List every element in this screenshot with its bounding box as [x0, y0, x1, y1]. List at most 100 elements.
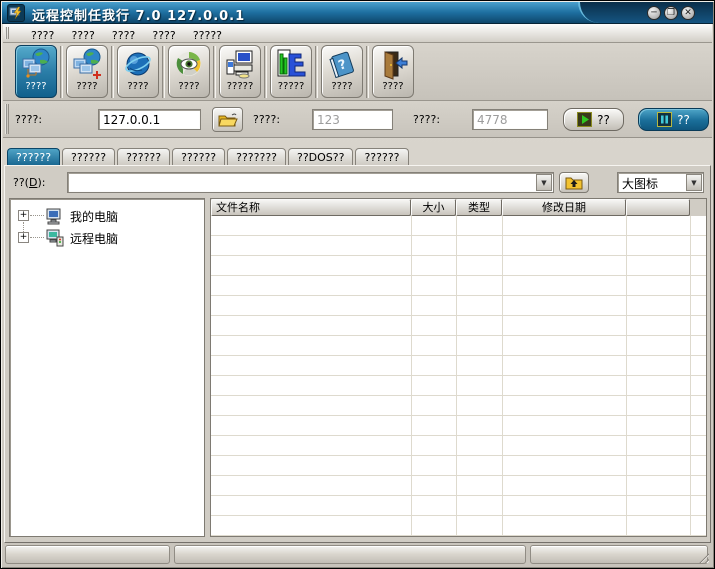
- remote-computer-icon: [46, 229, 64, 247]
- port2-label: ????:: [413, 113, 440, 126]
- expand-icon[interactable]: +: [18, 210, 29, 221]
- toolbar-system-info-button[interactable]: ?????: [219, 45, 261, 98]
- toolbar-separator: [162, 46, 165, 98]
- toolbar-button-label: ????: [331, 80, 352, 93]
- maximize-button[interactable]: ❐: [664, 6, 678, 20]
- tab-6-dos[interactable]: ??DOS??: [288, 148, 353, 166]
- internet-icon: [122, 48, 154, 80]
- pause-icon: [657, 112, 672, 127]
- close-button[interactable]: ✕: [681, 6, 695, 20]
- column-header-size[interactable]: 大小: [411, 199, 456, 216]
- menu-item-3[interactable]: ????: [106, 28, 141, 43]
- toolbar-button-label: ?????: [227, 80, 254, 93]
- app-logo-icon: [9, 6, 23, 20]
- file-list-header: 文件名称 大小 类型 修改日期: [211, 199, 706, 216]
- toolbar-separator: [366, 46, 369, 98]
- port2-input[interactable]: [472, 109, 548, 130]
- port1-input[interactable]: [312, 109, 393, 130]
- file-browser-panel: ??(D): ▼ 大图标 ▼ +: [4, 165, 711, 543]
- menu-item-5[interactable]: ?????: [187, 28, 228, 43]
- statistics-icon: [275, 48, 307, 80]
- computer-tree: + 我的电脑 +: [9, 198, 205, 537]
- titlebar[interactable]: 远程控制任我行 7.0 127.0.0.1 ─ ❐ ✕: [2, 2, 713, 24]
- add-connection-icon: [71, 48, 103, 80]
- toolbar-separator: [264, 46, 267, 98]
- toolbar-button-label: ?????: [278, 80, 305, 93]
- toolbar-exit-button[interactable]: ????: [372, 45, 414, 98]
- toolbar-button-label: ????: [25, 80, 46, 93]
- toolbar-separator: [60, 46, 63, 98]
- folder-up-button[interactable]: [559, 172, 589, 193]
- column-header-filename[interactable]: 文件名称: [211, 199, 411, 216]
- open-folder-icon: [218, 112, 238, 128]
- folder-up-icon: [565, 175, 583, 190]
- status-panel-1: [5, 545, 170, 564]
- menubar: ???? ???? ???? ???? ?????: [3, 24, 712, 43]
- view-mode-select[interactable]: 大图标 ▼: [617, 172, 704, 193]
- path-dropdown-arrow-icon[interactable]: ▼: [536, 174, 552, 191]
- app-window: 远程控制任我行 7.0 127.0.0.1 ─ ❐ ✕ ???? ???? ??…: [0, 0, 715, 569]
- tree-item-remote-computer[interactable]: + 远程电脑: [10, 227, 204, 249]
- toolbar-button-label: ????: [127, 80, 148, 93]
- tree-item-label[interactable]: 我的电脑: [70, 208, 118, 225]
- port1-label: ????:: [253, 113, 280, 126]
- toolbar-statistics-button[interactable]: ?????: [270, 45, 312, 98]
- toolbar-help-button[interactable]: ? ????: [321, 45, 363, 98]
- toolbar-button-label: ????: [76, 80, 97, 93]
- help-icon: ?: [326, 48, 358, 80]
- connection-bar-grip[interactable]: [5, 104, 9, 134]
- view-mode-value: 大图标: [622, 175, 658, 192]
- connect-icon: [20, 48, 52, 80]
- view-mode-dropdown-arrow-icon[interactable]: ▼: [686, 174, 702, 191]
- start-button-label: ??: [597, 113, 610, 127]
- start-button[interactable]: ??: [563, 108, 624, 131]
- toolbar-monitor-button[interactable]: ????: [168, 45, 210, 98]
- host-input[interactable]: [98, 109, 201, 130]
- toolbar: ???? ???? ????: [3, 43, 712, 101]
- file-list-body[interactable]: [211, 216, 706, 536]
- toolbar-button-label: ????: [382, 80, 403, 93]
- tab-5[interactable]: ???????: [227, 148, 286, 166]
- status-panel-3: [530, 545, 708, 564]
- tab-1[interactable]: ??????: [7, 148, 60, 166]
- exit-icon: [377, 48, 409, 80]
- tab-3[interactable]: ??????: [117, 148, 170, 166]
- tab-4[interactable]: ??????: [172, 148, 225, 166]
- my-computer-icon: [46, 207, 64, 225]
- path-input[interactable]: [69, 174, 533, 191]
- stop-button-label: ??: [677, 113, 690, 127]
- window-title: 远程控制任我行 7.0 127.0.0.1: [32, 5, 245, 24]
- toolbar-internet-button[interactable]: ????: [117, 45, 159, 98]
- monitor-eye-icon: [173, 48, 205, 80]
- host-label: ????:: [15, 113, 42, 126]
- toolbar-separator: [111, 46, 114, 98]
- menu-item-4[interactable]: ????: [146, 28, 181, 43]
- minimize-button[interactable]: ─: [647, 6, 661, 20]
- expand-icon[interactable]: +: [18, 232, 29, 243]
- menubar-grip[interactable]: [5, 27, 9, 39]
- column-header-type[interactable]: 类型: [456, 199, 502, 216]
- stop-button[interactable]: ??: [638, 108, 709, 131]
- tree-item-label[interactable]: 远程电脑: [70, 230, 118, 247]
- toolbar-button-label: ????: [178, 80, 199, 93]
- system-info-icon: [224, 48, 256, 80]
- tab-2[interactable]: ??????: [62, 148, 115, 166]
- toolbar-separator: [315, 46, 318, 98]
- browse-button[interactable]: [212, 107, 243, 132]
- status-panel-2: [174, 545, 526, 564]
- connection-bar: ????: ????: ????: ?? ??: [3, 101, 712, 138]
- menu-item-1[interactable]: ????: [25, 28, 60, 43]
- menu-item-2[interactable]: ????: [65, 28, 100, 43]
- tab-strip: ?????? ?????? ?????? ?????? ??????? ??DO…: [7, 147, 411, 166]
- column-header-modified-date[interactable]: 修改日期: [502, 199, 626, 216]
- file-list: 文件名称 大小 类型 修改日期: [210, 198, 707, 537]
- tab-7[interactable]: ??????: [355, 148, 408, 166]
- column-header-extra[interactable]: [626, 199, 690, 216]
- path-label: ??(D):: [13, 176, 45, 189]
- toolbar-separator: [213, 46, 216, 98]
- tree-item-my-computer[interactable]: + 我的电脑: [10, 205, 204, 227]
- path-combobox[interactable]: ▼: [67, 172, 554, 193]
- toolbar-add-connection-button[interactable]: ????: [66, 45, 108, 98]
- app-icon: [7, 4, 25, 22]
- toolbar-connect-button[interactable]: ????: [15, 45, 57, 98]
